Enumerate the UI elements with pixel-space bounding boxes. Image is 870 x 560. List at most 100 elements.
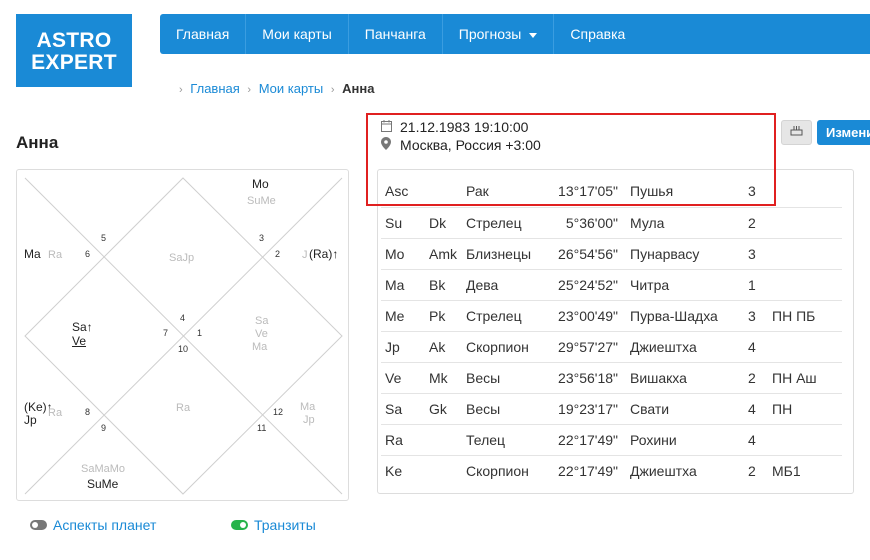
chart-label: Mo [252, 177, 269, 191]
chevron-right-icon: › [330, 84, 335, 96]
birth-place-text: Москва, Россия +3:00 [400, 137, 541, 153]
planet-cell: Asc [381, 176, 429, 208]
note-cell: ПН Аш [772, 362, 842, 394]
chart-label: SuMe [87, 477, 119, 491]
house-number-3: 3 [259, 233, 265, 243]
birth-place: Москва, Россия +3:00 [380, 137, 541, 153]
house-number-12: 12 [273, 407, 284, 417]
note-cell [772, 207, 842, 239]
breadcrumb: › Главная › Мои карты › Анна [175, 81, 374, 96]
nakshatra-cell: Пунарвасу [630, 238, 748, 270]
pada-cell: 3 [748, 176, 772, 208]
pada-cell: 2 [748, 362, 772, 394]
sign-cell: Стрелец [466, 300, 558, 332]
edit-button[interactable]: Изменить [817, 120, 870, 145]
note-cell: МБ1 [772, 462, 801, 479]
degree-cell: 26°54'56" [558, 238, 630, 270]
chart-label: Ve [72, 334, 87, 348]
karaka-cell: Mk [429, 362, 466, 394]
chevron-right-icon: › [247, 84, 252, 96]
map-pin-icon [380, 137, 392, 153]
note-cell: ПН ПБ [772, 300, 842, 332]
main-nav: Главная Мои карты Панчанга Прогнозы Спра… [160, 14, 870, 54]
toggle-switch-icon [30, 520, 47, 530]
degree-cell: 13°17'05" [558, 176, 630, 208]
house-number-4: 4 [180, 313, 186, 323]
planet-cell: Su [381, 207, 429, 239]
logo[interactable]: ASTRO EXPERT [16, 14, 132, 87]
house-number-1: 1 [197, 328, 203, 338]
chart-label: Ve [255, 328, 268, 340]
table-row: Mo Amk Близнецы 26°54'56" Пунарвасу 3 [381, 238, 842, 270]
chart-label: SaMaMo [81, 463, 126, 475]
planet-cell: Ma [381, 269, 429, 301]
aspects-toggle[interactable]: Аспекты планет [30, 517, 156, 533]
house-number-7: 7 [163, 328, 169, 338]
nav-item-help[interactable]: Справка [554, 14, 641, 54]
sign-cell: Скорпион [466, 462, 529, 479]
degree-cell: 29°57'27" [558, 331, 630, 363]
chevron-right-icon: › [179, 84, 183, 96]
logo-line-1: ASTRO [36, 29, 112, 52]
chart-label: SaJp [169, 252, 195, 264]
karaka-cell: Amk [429, 238, 466, 270]
pada-cell: 2 [748, 207, 772, 239]
note-cell [772, 331, 842, 363]
breadcrumb-current: Анна [342, 81, 375, 96]
nakshatra-cell: Свати [630, 393, 748, 425]
sign-cell: Близнецы [466, 238, 558, 270]
nav-forecasts-label: Прогнозы [458, 26, 522, 42]
chart-label: Ra [48, 249, 63, 261]
pada-cell: 1 [748, 269, 772, 301]
pada-cell: 3 [748, 238, 772, 270]
house-number-2: 2 [275, 249, 281, 259]
note-cell: ПН [772, 393, 842, 425]
sign-cell: Рак [466, 176, 558, 208]
chart-label: Ra [176, 402, 191, 414]
sign-cell: Скорпион [466, 331, 558, 363]
chart-grid [24, 177, 343, 495]
chart-label: Ma [252, 341, 268, 353]
planet-table: Asc Рак 13°17'05" Пушья 3 Su Dk Стрелец 5°36'00"… [381, 176, 842, 486]
degree-cell: 19°23'17" [558, 393, 630, 425]
sign-cell: Дева [466, 269, 558, 301]
nav-item-forecasts[interactable]: Прогнозы [443, 14, 555, 54]
transits-toggle[interactable]: Транзиты [231, 517, 316, 533]
sign-cell: Весы [466, 362, 558, 394]
birth-chart: 4 1 7 10 3 2 5 6 8 9 11 12 Mo SuMe Ma Ra… [16, 169, 349, 501]
nav-item-home[interactable]: Главная [160, 14, 247, 54]
planet-cell: Ve [381, 362, 429, 394]
calendar-icon [380, 119, 392, 135]
birthday-button[interactable] [781, 120, 812, 145]
note-cell [772, 176, 842, 208]
chart-label: Ma [24, 247, 41, 261]
degree-cell: 5°36'00" [558, 207, 630, 239]
degree-cell: 25°24'52" [558, 269, 630, 301]
house-number-5: 5 [101, 233, 107, 243]
pada-cell: 2 [748, 462, 756, 479]
table-row: Ma Bk Дева 25°24'52" Читра 1 [381, 269, 842, 301]
table-row: Asc Рак 13°17'05" Пушья 3 [381, 176, 842, 208]
degree-cell: 22°17'49" [558, 424, 630, 456]
note-cell [772, 424, 842, 456]
nakshatra-cell: Пурва-Шадха [630, 300, 748, 332]
degree-cell: 23°00'49" [558, 300, 630, 332]
nakshatra-cell: Джиештха [630, 462, 697, 479]
breadcrumb-home[interactable]: Главная [190, 81, 239, 96]
cake-icon [790, 126, 803, 136]
table-row: Me Pk Стрелец 23°00'49" Пурва-Шадха 3 ПН ПБ [381, 300, 842, 332]
note-cell [772, 238, 842, 270]
planet-cell: Jp [381, 331, 429, 363]
chart-label: (Ra)↑ [309, 247, 339, 261]
nav-item-my-charts[interactable]: Мои карты [246, 14, 349, 54]
nakshatra-cell: Джиештха [630, 331, 748, 363]
planet-cell: Sa [381, 393, 429, 425]
nav-item-panchanga[interactable]: Панчанга [349, 14, 443, 54]
pada-cell: 4 [748, 424, 772, 456]
birth-datetime-text: 21.12.1983 19:10:00 [400, 119, 529, 135]
nakshatra-cell: Мула [630, 207, 748, 239]
karaka-cell: Pk [429, 300, 466, 332]
nakshatra-cell: Пушья [630, 176, 748, 208]
breadcrumb-my-charts[interactable]: Мои карты [259, 81, 324, 96]
karaka-cell: Dk [429, 207, 466, 239]
